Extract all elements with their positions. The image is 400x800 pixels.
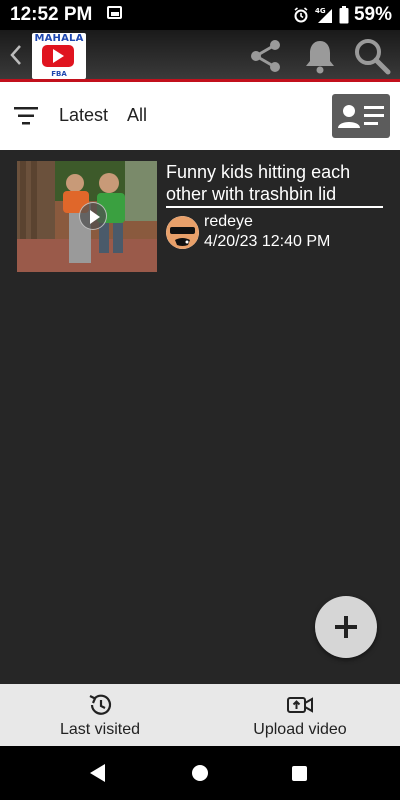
nav-label-last-visited: Last visited [59, 721, 141, 738]
nav-label-upload-video: Upload video [253, 721, 347, 738]
history-icon [89, 694, 112, 715]
system-nav-bar [0, 746, 400, 800]
system-home-icon[interactable] [192, 765, 208, 781]
filter-all-option[interactable]: All [127, 105, 147, 126]
bottom-nav: Last visited Upload video [0, 684, 400, 746]
system-back-icon[interactable] [90, 764, 105, 782]
status-bar: 12:52 PM 4G 59% [0, 0, 400, 30]
nav-upload-video[interactable]: Upload video [200, 684, 400, 746]
add-button[interactable] [315, 596, 377, 658]
image-notification-icon [107, 6, 122, 19]
title-divider [166, 206, 383, 208]
sort-icon[interactable] [14, 106, 40, 126]
play-icon[interactable] [79, 202, 107, 230]
profile-card-button[interactable] [332, 94, 390, 138]
status-time: 12:52 PM [10, 4, 93, 25]
system-recents-icon[interactable] [292, 766, 307, 781]
video-thumbnail[interactable] [17, 161, 157, 272]
battery-icon [339, 6, 349, 24]
search-icon[interactable] [352, 36, 392, 76]
status-indicators: 4G 59% [293, 4, 392, 26]
svg-text:4G: 4G [315, 7, 326, 15]
video-list-item[interactable]: Funny kids hitting each other with trash… [17, 161, 387, 273]
app-logo[interactable]: MAHALA FBA [32, 33, 86, 79]
bell-icon[interactable] [300, 36, 340, 76]
post-date: 4/20/23 12:40 PM [204, 233, 331, 250]
app-header: MAHALA FBA [0, 30, 400, 82]
author-name[interactable]: redeye [204, 213, 253, 231]
share-icon[interactable] [246, 36, 286, 76]
sort-latest-option[interactable]: Latest [59, 105, 108, 126]
filter-bar: Latest All [0, 82, 400, 150]
logo-text-bottom: FBA [51, 70, 67, 78]
avatar[interactable] [166, 216, 199, 249]
video-upload-icon [287, 697, 313, 713]
contact-card-icon [338, 105, 384, 128]
logo-play-icon [53, 49, 64, 63]
avatar-image [166, 216, 199, 249]
logo-text-top: MAHALA [34, 33, 84, 44]
video-title[interactable]: Funny kids hitting each other with trash… [166, 161, 384, 205]
nav-last-visited[interactable]: Last visited [0, 684, 200, 746]
back-chevron-icon[interactable] [8, 42, 24, 68]
battery-percentage: 59% [353, 4, 392, 25]
signal-4g-icon: 4G [315, 7, 332, 23]
alarm-icon [294, 7, 308, 23]
